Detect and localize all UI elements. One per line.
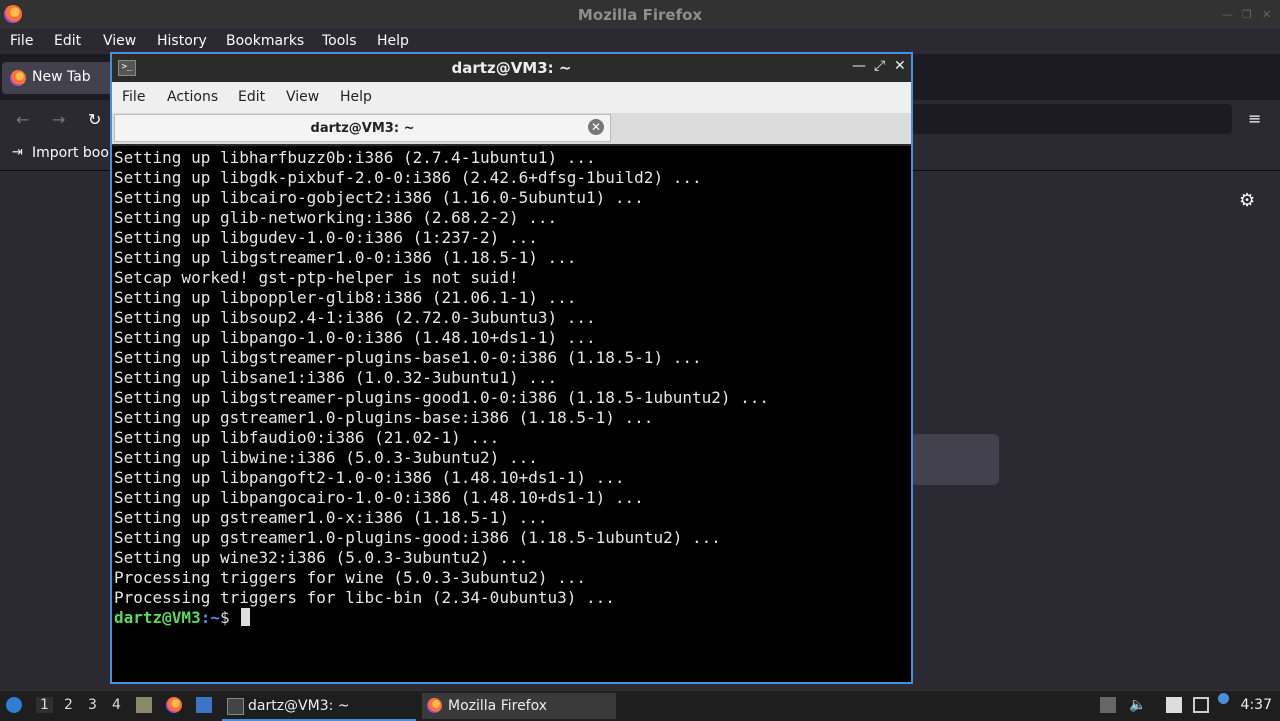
prompt-user: dartz@VM3 — [114, 608, 201, 627]
menu-edit[interactable]: Edit — [238, 89, 265, 105]
import-icon: ⇥ — [12, 145, 23, 160]
terminal-line: Setting up glib-networking:i386 (2.68.2-… — [114, 208, 558, 227]
close-icon[interactable]: ✕ — [1262, 8, 1271, 21]
workspace-1[interactable]: 1 — [36, 697, 53, 713]
terminal-screen[interactable]: Setting up libharfbuzz0b:i386 (2.7.4-1ub… — [112, 146, 911, 682]
workspace-2[interactable]: 2 — [64, 697, 73, 713]
terminal-line: Setting up gstreamer1.0-plugins-base:i38… — [114, 408, 654, 427]
start-menu-icon[interactable] — [6, 697, 22, 713]
tab-label: New Tab — [32, 69, 91, 85]
terminal-line: Processing triggers for wine (5.0.3-3ubu… — [114, 568, 587, 587]
tab-new-tab[interactable]: New Tab — [2, 62, 114, 94]
terminal-line: Setting up libgudev-1.0-0:i386 (1:237-2)… — [114, 228, 538, 247]
import-bookmarks-link[interactable]: Import book — [32, 145, 117, 161]
maximize-icon[interactable]: ❐ — [1242, 8, 1252, 21]
terminal-line: Setting up gstreamer1.0-plugins-good:i38… — [114, 528, 721, 547]
terminal-window: >_ dartz@VM3: ~ — ⤢ ✕ File Actions Edit … — [110, 52, 913, 684]
file-manager-icon[interactable] — [136, 697, 152, 713]
terminal-line: Setting up libgstreamer-plugins-base1.0-… — [114, 348, 702, 367]
close-tab-icon[interactable]: ✕ — [588, 119, 604, 135]
menu-view[interactable]: View — [286, 89, 319, 105]
task-label: dartz@VM3: ~ — [248, 698, 350, 714]
firefox-titlebar: Mozilla Firefox — ❐ ✕ — [0, 0, 1280, 29]
url-bar[interactable] — [912, 104, 1232, 134]
volume-icon[interactable]: 🔈 — [1129, 697, 1146, 713]
task-label: Mozilla Firefox — [448, 698, 548, 714]
menu-help[interactable]: Help — [340, 89, 372, 105]
minimize-icon[interactable]: — — [852, 58, 866, 74]
app-menu-icon[interactable]: ≡ — [1248, 109, 1261, 128]
menu-view[interactable]: View — [103, 33, 136, 49]
menu-edit[interactable]: Edit — [54, 33, 81, 49]
menu-file[interactable]: File — [122, 89, 145, 105]
menu-history[interactable]: History — [157, 33, 207, 49]
clipboard-icon[interactable] — [1166, 697, 1182, 713]
terminal-line: Processing triggers for libc-bin (2.34-0… — [114, 588, 615, 607]
terminal-line: Setting up libcairo-gobject2:i386 (1.16.… — [114, 188, 644, 207]
terminal-line: Setting up libsoup2.4-1:i386 (2.72.0-3ub… — [114, 308, 596, 327]
firefox-tab-icon — [10, 70, 26, 86]
desktop-icon[interactable] — [196, 697, 212, 713]
terminal-line: Setting up libgdk-pixbuf-2.0-0:i386 (2.4… — [114, 168, 702, 187]
close-icon[interactable]: ✕ — [894, 58, 906, 74]
terminal-line: Setting up libgstreamer-plugins-good1.0-… — [114, 388, 770, 407]
terminal-tabbar: dartz@VM3: ~ ✕ — [112, 113, 911, 144]
prompt-path: :~ — [200, 608, 220, 627]
terminal-line: Setting up libsane1:i386 (1.0.32-3ubuntu… — [114, 368, 558, 387]
reload-icon[interactable]: ↻ — [88, 110, 101, 129]
menu-help[interactable]: Help — [377, 33, 409, 49]
tab-label: dartz@VM3: ~ — [310, 121, 415, 136]
forward-icon[interactable]: → — [52, 110, 65, 129]
back-icon[interactable]: ← — [16, 110, 29, 129]
terminal-line: Setting up libfaudio0:i386 (21.02-1) ... — [114, 428, 500, 447]
tray-updates-icon[interactable] — [1100, 697, 1116, 713]
menu-tools[interactable]: Tools — [322, 33, 357, 49]
text-cursor — [241, 608, 251, 626]
terminal-line: Setting up libpoppler-glib8:i386 (21.06.… — [114, 288, 577, 307]
terminal-menubar: File Actions Edit View Help — [112, 82, 911, 113]
task-firefox[interactable]: Mozilla Firefox — [422, 693, 616, 719]
terminal-line: Setting up libharfbuzz0b:i386 (2.7.4-1ub… — [114, 148, 596, 167]
terminal-line: Setting up libwine:i386 (5.0.3-3ubuntu2)… — [114, 448, 538, 467]
workspace-3[interactable]: 3 — [88, 697, 97, 713]
taskbar: 1 2 3 4 dartz@VM3: ~ Mozilla Firefox 🔈 4… — [0, 690, 1280, 721]
menu-actions[interactable]: Actions — [167, 89, 218, 105]
terminal-line: Setting up libgstreamer1.0-0:i386 (1.18.… — [114, 248, 577, 267]
firefox-window-title: Mozilla Firefox — [577, 6, 703, 24]
terminal-line: Setting up libpangoft2-1.0-0:i386 (1.48.… — [114, 468, 625, 487]
clock: 4:37 — [1240, 697, 1272, 713]
firefox-menubar: File Edit View History Bookmarks Tools H… — [0, 29, 1280, 54]
terminal-line: Setting up libpangocairo-1.0-0:i386 (1.4… — [114, 488, 644, 507]
firefox-icon — [427, 698, 442, 713]
maximize-icon[interactable]: ⤢ — [874, 58, 885, 74]
terminal-line: Setcap worked! gst-ptp-helper is not sui… — [114, 268, 519, 287]
workspace-4[interactable]: 4 — [112, 697, 121, 713]
terminal-line: Setting up libpango-1.0-0:i386 (1.48.10+… — [114, 328, 596, 347]
menu-file[interactable]: File — [10, 33, 33, 49]
network-icon[interactable] — [1193, 697, 1209, 713]
notification-icon[interactable] — [1218, 693, 1229, 704]
task-terminal[interactable]: dartz@VM3: ~ — [222, 693, 416, 721]
firefox-launcher-icon[interactable] — [166, 697, 182, 713]
terminal-line: Setting up wine32:i386 (5.0.3-3ubuntu2) … — [114, 548, 529, 567]
shortcut-card[interactable] — [910, 434, 999, 485]
minimize-icon[interactable]: — — [1222, 8, 1233, 21]
terminal-line: Setting up gstreamer1.0-x:i386 (1.18.5-1… — [114, 508, 548, 527]
menu-bookmarks[interactable]: Bookmarks — [226, 33, 304, 49]
terminal-icon — [227, 698, 244, 715]
tab-terminal[interactable]: dartz@VM3: ~ ✕ — [114, 114, 611, 142]
terminal-output: Setting up libharfbuzz0b:i386 (2.7.4-1ub… — [114, 148, 769, 608]
prompt-symbol: $ — [219, 608, 240, 627]
settings-gear-icon[interactable]: ⚙ — [1239, 190, 1255, 211]
terminal-prompt[interactable]: dartz@VM3:~$ — [114, 608, 251, 628]
terminal-titlebar: >_ dartz@VM3: ~ — ⤢ ✕ — [112, 54, 911, 82]
terminal-window-title: dartz@VM3: ~ — [451, 59, 572, 77]
